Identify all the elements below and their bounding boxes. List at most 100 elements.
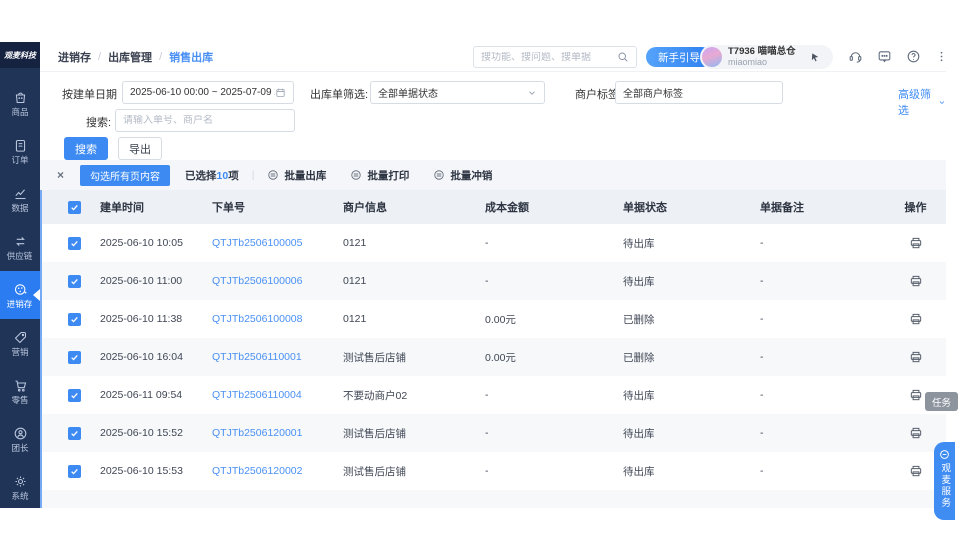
cell-status: 待出库 [623,236,760,251]
table-row[interactable]: 2025-06-10 15:53 QTJTb2506120002 测试售后店铺 … [40,452,946,490]
keyword-search-input[interactable] [123,115,287,126]
date-range-input[interactable] [130,87,275,98]
batch-reverse-button[interactable]: 批量冲销 [433,168,492,183]
search-icon[interactable] [617,51,629,63]
table-row[interactable]: 2025-06-10 16:04 QTJTb2506110001 测试售后店铺 … [40,338,946,376]
sidebar-item-leader[interactable]: 团长 [0,415,40,463]
row-checkbox[interactable] [68,389,81,402]
more-options-icon[interactable] [935,50,948,63]
sidebar-item-label: 系统 [11,492,28,501]
cell-remark: - [760,275,885,287]
sidebar-item-supply-chain[interactable]: 供应链 [0,223,40,271]
cell-order-no-link[interactable]: QTJTb2506120001 [212,427,343,439]
table-row[interactable]: 2025-06-10 15:52 QTJTb2506120001 测试售后店铺 … [40,414,946,452]
date-range-box [122,81,294,104]
global-search-input[interactable] [481,52,617,63]
merchant-tag-box [615,81,783,104]
status-select[interactable] [370,81,545,104]
topbar-icon-group [848,49,948,64]
keyword-search-box [115,109,295,132]
print-icon[interactable] [909,464,923,478]
breadcrumb-separator: / [159,51,162,63]
cell-order-no-link[interactable]: QTJTb2506110004 [212,389,343,401]
date-type-dropdown[interactable]: 按建单日期 [62,86,129,102]
bag-icon [13,90,28,105]
select-all-pages-button[interactable]: 勾选所有页内容 [80,165,170,186]
cell-order-no-link[interactable]: QTJTb2506100006 [212,275,343,287]
breadcrumb-item[interactable]: 进销存 [58,49,91,65]
sidebar-item-marketing[interactable]: 营销 [0,319,40,367]
status-select-value[interactable] [378,87,527,98]
avatar [702,47,722,67]
header-checkbox[interactable] [68,201,81,214]
breadcrumb-separator: / [98,51,101,63]
column-header[interactable]: 成本金额 [485,199,623,215]
cell-remark: - [760,237,885,249]
cell-order-no-link[interactable]: QTJTb2506110001 [212,351,343,363]
table-row[interactable]: 2025-06-10 11:00 QTJTb2506100006 0121 - … [40,262,946,300]
person-circle-icon [13,426,28,441]
cell-cost: - [485,275,623,287]
cell-status: 待出库 [623,388,760,403]
sidebar-item-goods[interactable]: 商品 [0,79,40,127]
row-checkbox[interactable] [68,465,81,478]
advanced-filter-link[interactable]: 高级筛选 [898,86,946,118]
tag-icon [13,330,28,345]
row-checkbox[interactable] [68,275,81,288]
column-header[interactable]: 建单时间 [100,199,212,215]
feedback-chat-icon[interactable] [877,49,892,64]
row-checkbox[interactable] [68,313,81,326]
export-button[interactable]: 导出 [118,137,162,160]
column-header[interactable]: 下单号 [212,199,343,215]
close-icon[interactable]: × [57,168,64,182]
sidebar-item-orders[interactable]: 订单 [0,127,40,175]
cell-order-no-link[interactable]: QTJTb2506120002 [212,465,343,477]
column-header[interactable]: 商户信息 [343,199,485,215]
batch-print-label: 批量打印 [367,168,409,183]
sidebar-item-retail[interactable]: 零售 [0,367,40,415]
app-window: 观麦科技 商品 订单 数据 供应链 进销存 [0,42,946,508]
top-bar: 进销存 / 出库管理 / 销售出库 新手引导 T7936 喵喵总仓 miaomi… [40,42,946,72]
merchant-tag-input[interactable] [623,87,775,98]
calendar-icon[interactable] [275,87,286,98]
customer-service-icon[interactable] [848,49,863,64]
print-icon[interactable] [909,236,923,250]
divider: | [252,169,255,181]
cell-status: 已删除 [623,350,760,365]
cell-create-time: 2025-06-10 10:05 [100,237,212,249]
help-icon[interactable] [906,49,921,64]
table-row[interactable]: 2025-06-11 09:54 QTJTb2506110004 不要动商户02… [40,376,946,414]
print-icon[interactable] [909,388,923,402]
print-icon[interactable] [909,350,923,364]
cell-remark: - [760,351,885,363]
table-header: 建单时间 下单号 商户信息 成本金额 单据状态 单据备注 操作 [40,190,946,224]
search-button[interactable]: 搜索 [64,137,108,160]
print-icon[interactable] [909,426,923,440]
cell-order-no-link[interactable]: QTJTb2506100005 [212,237,343,249]
row-checkbox[interactable] [68,351,81,364]
selected-suffix: 项 [228,170,239,182]
row-checkbox[interactable] [68,237,81,250]
breadcrumb-item[interactable]: 出库管理 [108,49,152,65]
chevron-down-icon [938,98,946,107]
cell-order-no-link[interactable]: QTJTb2506100008 [212,313,343,325]
row-checkbox[interactable] [68,427,81,440]
task-floating-tab[interactable]: 任务 [925,392,958,411]
table-row[interactable]: 2025-06-10 11:38 QTJTb2506100008 0121 0.… [40,300,946,338]
sidebar-item-label: 团长 [11,444,28,453]
sidebar-item-system[interactable]: 系统 [0,463,40,511]
batch-print-button[interactable]: 批量打印 [350,168,409,183]
user-account-chip[interactable]: T7936 喵喵总仓 miaomiao [700,45,833,69]
print-icon[interactable] [909,274,923,288]
column-header[interactable]: 单据备注 [760,199,885,215]
user-title: T7936 喵喵总仓 [728,46,796,57]
batch-outbound-button[interactable]: 批量出库 [267,168,326,183]
print-icon[interactable] [909,312,923,326]
sidebar-item-data[interactable]: 数据 [0,175,40,223]
column-header[interactable]: 单据状态 [623,199,760,215]
selected-count-text: 已选择10项 [185,168,239,183]
cell-remark: - [760,313,885,325]
table-row[interactable]: 2025-06-10 10:05 QTJTb2506100005 0121 - … [40,224,946,262]
cell-cost: - [485,427,623,439]
service-floating-tab[interactable]: 观麦服务 [934,442,955,520]
